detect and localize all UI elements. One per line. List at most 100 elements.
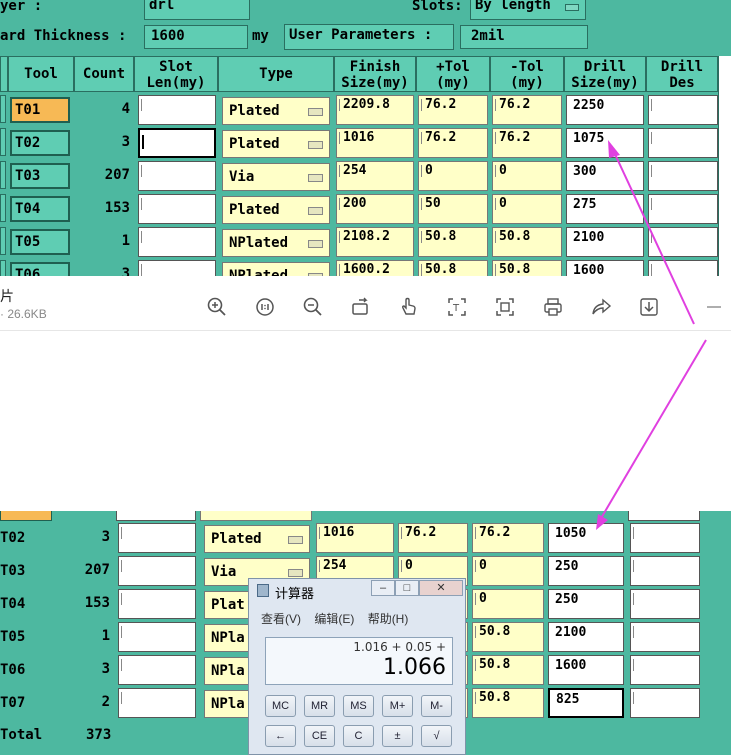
plus-tol-input[interactable]: 76.2: [398, 523, 468, 553]
m-minus-button[interactable]: M-: [421, 695, 452, 717]
tool-button[interactable]: T01: [10, 97, 70, 123]
finish-size-input[interactable]: 1016: [336, 128, 414, 158]
tool-code[interactable]: T03: [0, 556, 50, 586]
vertical-scrollbar[interactable]: [718, 56, 731, 276]
slot-len-input[interactable]: [138, 128, 216, 158]
plus-tol-input[interactable]: 76.2: [418, 128, 488, 158]
drill-size-input[interactable]: 275: [566, 194, 644, 224]
finish-size-input[interactable]: 1600.2: [336, 260, 414, 276]
crop-icon[interactable]: [494, 296, 516, 318]
mc-button[interactable]: MC: [265, 695, 296, 717]
zoom-in-icon[interactable]: [206, 296, 228, 318]
tool-button[interactable]: T03: [10, 163, 70, 189]
drill-des-input[interactable]: [648, 95, 718, 125]
plus-tol-input[interactable]: 50: [418, 194, 488, 224]
sqrt-button[interactable]: √: [421, 725, 452, 747]
finish-size-input[interactable]: 200: [336, 194, 414, 224]
type-dropdown[interactable]: Plated: [222, 130, 330, 158]
type-dropdown[interactable]: Plated: [222, 196, 330, 224]
menu-help[interactable]: 帮助(H): [368, 612, 409, 626]
plus-tol-input[interactable]: 50.8: [418, 260, 488, 276]
finish-size-input[interactable]: 2209.8: [336, 95, 414, 125]
tool-code[interactable]: T06: [0, 655, 50, 685]
drill-size-input[interactable]: 2250: [566, 95, 644, 125]
plus-tol-input[interactable]: 50.8: [418, 227, 488, 257]
slot-len-input[interactable]: [138, 227, 216, 257]
drill-size-input[interactable]: 1075: [566, 128, 644, 158]
menu-view[interactable]: 查看(V): [261, 612, 301, 626]
tool-code[interactable]: T05: [0, 622, 50, 652]
drill-size-input[interactable]: 250: [548, 589, 624, 619]
layer-field[interactable]: drl: [144, 0, 250, 20]
drill-size-input[interactable]: 825: [548, 688, 624, 718]
drill-des-input[interactable]: [648, 194, 718, 224]
drill-des-input[interactable]: [648, 128, 718, 158]
drill-size-input[interactable]: 2100: [548, 622, 624, 652]
zoom-out-icon[interactable]: [302, 296, 324, 318]
user-parameters-button[interactable]: User Parameters :: [284, 24, 454, 50]
minus-tol-input[interactable]: 0: [492, 161, 562, 191]
ocr-icon[interactable]: T: [446, 296, 468, 318]
minus-tol-input[interactable]: 50.8: [472, 655, 544, 685]
print-icon[interactable]: [542, 296, 564, 318]
rotate-icon[interactable]: [350, 296, 372, 318]
share-icon[interactable]: [590, 296, 612, 318]
type-dropdown[interactable]: Plated: [204, 525, 310, 553]
maximize-button[interactable]: □: [395, 580, 419, 596]
calculator-window[interactable]: 计算器 – □ ✕ 查看(V) 编辑(E) 帮助(H) 1.016 + 0.05…: [248, 578, 466, 755]
tool-button[interactable]: T06: [10, 262, 70, 276]
plus-tol-input[interactable]: 0: [418, 161, 488, 191]
backspace-button[interactable]: ←: [265, 725, 296, 747]
minimize-icon[interactable]: [704, 296, 726, 318]
finish-size-input[interactable]: 254: [336, 161, 414, 191]
type-dropdown[interactable]: Plated: [222, 97, 330, 125]
mr-button[interactable]: MR: [304, 695, 335, 717]
minus-tol-input[interactable]: 76.2: [492, 95, 562, 125]
finish-size-input[interactable]: 1016: [316, 523, 394, 553]
slot-len-input[interactable]: [138, 161, 216, 191]
minus-tol-input[interactable]: 50.8: [492, 227, 562, 257]
drill-des-input[interactable]: [630, 655, 700, 685]
actual-size-icon[interactable]: [254, 296, 276, 318]
tool-code[interactable]: T02: [0, 523, 50, 553]
minus-tol-input[interactable]: 76.2: [492, 128, 562, 158]
type-dropdown[interactable]: NPlated: [222, 262, 330, 276]
type-dropdown[interactable]: NPlated: [222, 229, 330, 257]
sign-button[interactable]: ±: [382, 725, 413, 747]
drill-des-input[interactable]: [630, 688, 700, 718]
hand-icon[interactable]: [398, 296, 420, 318]
drill-des-input[interactable]: [630, 589, 700, 619]
ce-button[interactable]: CE: [304, 725, 335, 747]
minus-tol-input[interactable]: 50.8: [472, 688, 544, 718]
minus-tol-input[interactable]: 50.8: [492, 260, 562, 276]
drill-size-input[interactable]: 1600: [548, 655, 624, 685]
download-icon[interactable]: [638, 296, 660, 318]
drill-des-input[interactable]: [630, 523, 700, 553]
tool-code[interactable]: T07: [0, 688, 50, 718]
slot-len-input[interactable]: [138, 260, 216, 276]
drill-des-input[interactable]: [648, 161, 718, 191]
slot-len-input[interactable]: [118, 622, 196, 652]
drill-des-input[interactable]: [630, 556, 700, 586]
slot-len-input[interactable]: [118, 688, 196, 718]
drill-des-input[interactable]: [648, 260, 718, 276]
slot-len-input[interactable]: [118, 589, 196, 619]
type-dropdown[interactable]: Via: [222, 163, 330, 191]
m-plus-button[interactable]: M+: [382, 695, 413, 717]
minus-tol-input[interactable]: 50.8: [472, 622, 544, 652]
c-button[interactable]: C: [343, 725, 374, 747]
minus-tol-input[interactable]: 0: [472, 556, 544, 586]
ms-button[interactable]: MS: [343, 695, 374, 717]
tool-button[interactable]: T02: [10, 130, 70, 156]
slot-len-input[interactable]: [118, 655, 196, 685]
slot-len-input[interactable]: [118, 523, 196, 553]
minimize-button[interactable]: –: [371, 580, 395, 596]
thickness-field[interactable]: 1600: [144, 25, 248, 49]
drill-size-input[interactable]: 300: [566, 161, 644, 191]
slot-len-input[interactable]: [138, 194, 216, 224]
slot-len-input[interactable]: [118, 556, 196, 586]
minus-tol-input[interactable]: 0: [492, 194, 562, 224]
slot-len-input[interactable]: [138, 95, 216, 125]
slots-dropdown[interactable]: By length: [470, 0, 586, 20]
drill-size-input[interactable]: 250: [548, 556, 624, 586]
